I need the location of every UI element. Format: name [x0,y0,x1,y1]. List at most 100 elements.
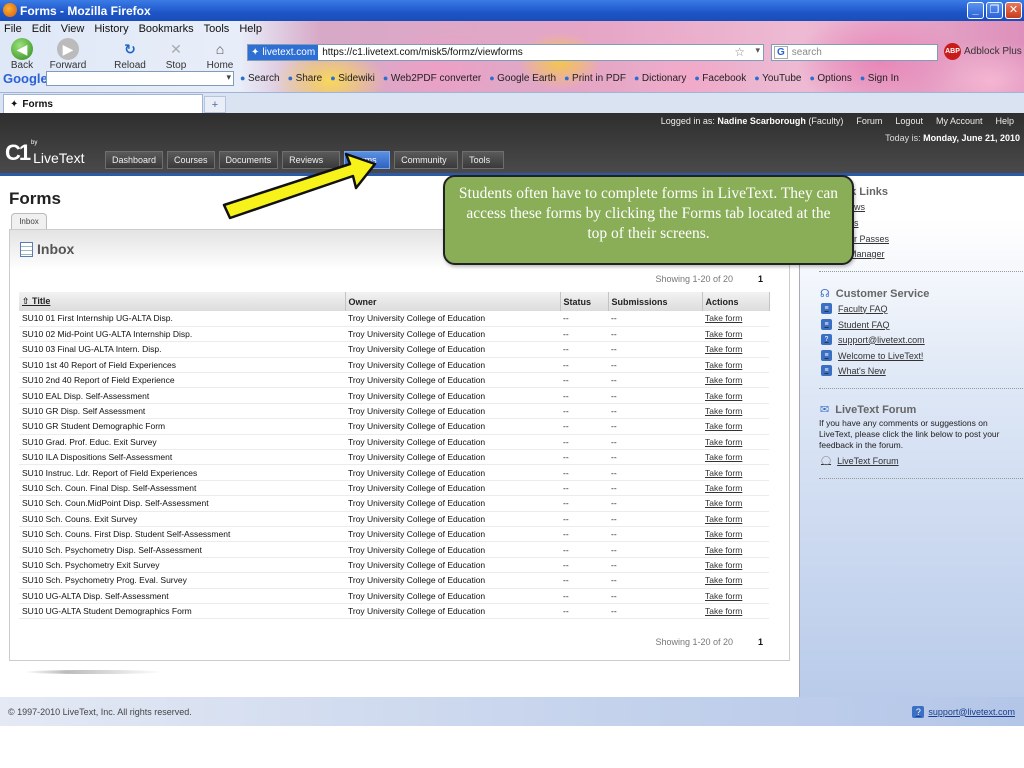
forward-arrow-icon: ▶ [57,38,79,60]
url-dropdown-icon[interactable]: ▾ [755,45,760,56]
forms-table: ⇧ Title Owner Status Submissions Actions… [19,292,770,620]
gbar-youtube[interactable]: YouTube [754,73,801,84]
cell-title: SU10 Sch. Coun. Final Disp. Self-Assessm… [19,480,345,497]
livetext-logo[interactable]: by C1 LiveText [5,140,84,166]
take-form-link[interactable]: Take form [702,511,769,527]
maximize-icon[interactable]: ❐ [986,2,1003,19]
menu-bookmarks[interactable]: Bookmarks [139,23,194,35]
gbar-google-earth[interactable]: Google Earth [489,73,556,84]
quick-link-3[interactable]: or Passes [849,234,889,244]
menu-view[interactable]: View [61,23,85,35]
top-link-logout[interactable]: Logout [895,116,923,126]
minimize-icon[interactable]: _ [967,2,984,19]
cell-owner: Troy University College of Education [345,403,560,420]
forward-button[interactable]: ▶ Forward [46,38,90,71]
take-form-link[interactable]: Take form [702,557,769,574]
top-link-my-account[interactable]: My Account [936,116,983,126]
top-link-help[interactable]: Help [995,116,1014,126]
gbar-search[interactable]: Search [240,73,280,84]
take-form-link[interactable]: Take form [702,434,769,451]
browser-tab-forms[interactable]: ✦ Forms [3,94,203,113]
take-form-link[interactable]: Take form [702,357,769,374]
col-title[interactable]: ⇧ Title [19,292,346,311]
table-row: SU10 01 First Internship UG-ALTA Disp. Tr… [19,311,769,327]
gbar-dictionary[interactable]: Dictionary [634,73,686,84]
address-bar[interactable]: ✦ livetext.com https://c1.livetext.com/m… [247,44,764,61]
take-form-link[interactable]: Take form [702,449,769,466]
whats-new-link[interactable]: ≡ What's New [821,365,886,376]
take-form-link[interactable]: Take form [702,495,769,512]
menu-help[interactable]: Help [239,23,262,35]
cell-owner: Troy University College of Education [345,418,560,435]
gbar-options[interactable]: Options [809,73,851,84]
today-prefix: Today is: [885,133,921,143]
site-identity-button[interactable]: ✦ livetext.com [248,45,319,60]
take-form-link[interactable]: Take form [702,464,769,481]
menu-history[interactable]: History [94,23,128,35]
cell-title: SU10 1st 40 Report of Field Experiences [19,357,345,374]
table-row: SU10 02 Mid-Point UG-ALTA Internship Dis… [19,326,769,343]
browser-tab-strip: ✦ Forms + [0,92,1024,113]
take-form-link[interactable]: Take form [702,372,769,389]
new-tab-button[interactable]: + [204,96,226,113]
bookmark-star-icon[interactable]: ☆ [734,45,745,59]
gbar-sign-in[interactable]: Sign In [860,73,899,84]
google-search-input[interactable] [46,70,234,86]
page-number-top[interactable]: 1 [758,274,763,284]
forum-link[interactable]: ◯ LiveText Forum [821,455,899,466]
tab-dashboard[interactable]: Dashboard [105,151,164,169]
tab-tools[interactable]: Tools [462,151,505,169]
cell-status: -- [560,572,608,589]
search-engine-icon[interactable]: G [774,46,788,59]
sidebar-divider [819,271,1024,272]
gbar-share[interactable]: Share [288,73,323,84]
take-form-link[interactable]: Take form [702,326,769,343]
faculty-faq-label: Faculty FAQ [838,303,888,314]
google-toolbar-items: Search Share Sidewiki Web2PDF converter … [240,73,899,84]
search-input[interactable]: G search [771,44,938,61]
logged-in-prefix: Logged in as: [660,116,715,126]
menu-tools[interactable]: Tools [204,23,230,35]
page-number-bottom[interactable]: 1 [758,637,763,647]
take-form-link[interactable]: Take form [702,418,769,435]
faculty-faq-link[interactable]: ≡ Faculty FAQ [821,303,888,314]
tab-community[interactable]: Community [394,151,459,169]
gbar-print-pdf[interactable]: Print in PDF [564,73,626,84]
student-faq-link[interactable]: ≡ Student FAQ [821,319,890,330]
gbar-web2pdf[interactable]: Web2PDF converter [383,73,481,84]
take-form-link[interactable]: Take form [702,480,769,497]
close-icon[interactable]: ✕ [1005,2,1022,19]
livetext-logo-icon: ✦ [251,47,260,58]
subtab-inbox[interactable]: Inbox [11,213,47,229]
take-form-link[interactable]: Take form [702,311,769,327]
cell-title: SU10 03 Final UG-ALTA Intern. Disp. [19,341,345,358]
cell-owner: Troy University College of Education [345,495,560,512]
stop-button[interactable]: ✕ Stop [154,38,198,72]
speech-bubble-icon: ✉ [820,404,830,416]
take-form-link[interactable]: Take form [702,588,769,604]
take-form-link[interactable]: Take form [702,603,769,620]
adblock-button[interactable]: ABP Adblock Plus [944,43,1022,60]
home-button[interactable]: ⌂ Home [198,38,242,71]
gbar-facebook[interactable]: Facebook [694,73,746,84]
menu-edit[interactable]: Edit [32,23,51,35]
take-form-link[interactable]: Take form [702,403,769,420]
cell-owner: Troy University College of Education [345,357,560,374]
menu-file[interactable]: File [4,23,22,35]
take-form-link[interactable]: Take form [702,526,769,543]
reload-button[interactable]: ↻ Reload [108,38,152,72]
footer-support-link[interactable]: ? support@livetext.com [912,705,1015,718]
take-form-link[interactable]: Take form [702,387,769,404]
welcome-link[interactable]: ≡ Welcome to LiveText! [821,350,923,361]
take-form-link[interactable]: Take form [702,572,769,589]
top-link-forum[interactable]: Forum [856,116,882,126]
cell-submissions: -- [608,434,702,451]
back-button[interactable]: ◀ Back [0,38,44,71]
take-form-link[interactable]: Take form [702,541,769,558]
gbar-sidewiki[interactable]: Sidewiki [330,73,375,84]
table-body: SU10 01 First Internship UG-ALTA Disp. Tr… [19,311,769,620]
tab-courses[interactable]: Courses [167,151,215,169]
quick-link-4[interactable]: Manager [849,249,885,259]
support-email-link[interactable]: ? support@livetext.com [821,334,925,345]
take-form-link[interactable]: Take form [702,341,769,358]
